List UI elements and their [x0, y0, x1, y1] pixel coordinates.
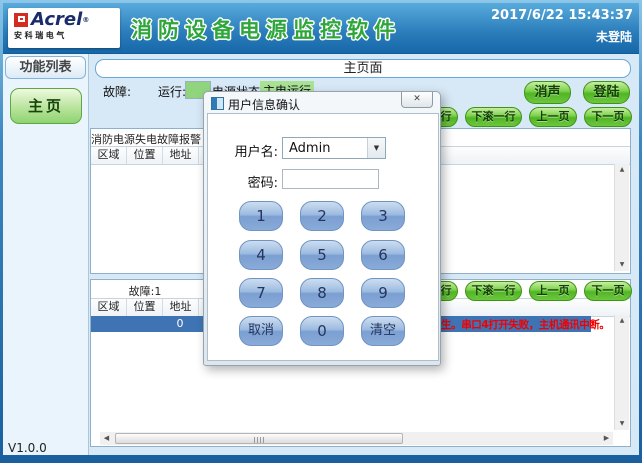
key-3[interactable]: 3 — [361, 201, 405, 231]
cancel-button[interactable]: 取消 — [239, 316, 283, 346]
version-label: V1.0.0 — [8, 441, 47, 455]
prev-page-button-bottom[interactable]: 上一页 — [529, 281, 577, 301]
next-page-button-bottom[interactable]: 下一页 — [584, 281, 632, 301]
horizontal-scroll-thumb[interactable] — [115, 433, 403, 444]
scroll-left-arrow-icon[interactable]: ◀ — [100, 432, 113, 445]
app-title: 消防设备电源监控软件 — [131, 14, 401, 44]
fault-label: 故障: — [103, 83, 131, 100]
table1-col-address: 地址 — [163, 147, 199, 164]
key-4[interactable]: 4 — [239, 240, 283, 270]
dialog-window-icon — [211, 97, 224, 110]
password-label: 密码: — [216, 172, 278, 191]
function-list-tab[interactable]: 功能列表 — [5, 56, 86, 79]
table1-col-area: 区域 — [91, 147, 127, 164]
table2-horizontal-scrollbar[interactable]: ◀ ▶ — [100, 432, 613, 445]
thumb-grip-icon — [254, 437, 264, 443]
page-title: 主页面 — [95, 59, 631, 78]
clear-button[interactable]: 清空 — [361, 316, 405, 346]
acrel-logo: Acrel® 安科瑞电气 — [8, 8, 120, 48]
dialog-titlebar[interactable]: 用户信息确认 ✕ — [204, 92, 440, 113]
key-0[interactable]: 0 — [300, 316, 344, 346]
registered-mark: ® — [82, 16, 89, 24]
home-button[interactable]: 主页 — [10, 88, 82, 124]
acrel-logo-icon — [14, 13, 28, 27]
scroll-up-arrow-icon[interactable]: ▲ — [615, 164, 629, 176]
key-5[interactable]: 5 — [300, 240, 344, 270]
password-input[interactable] — [282, 169, 379, 189]
key-7[interactable]: 7 — [239, 278, 283, 308]
key-1[interactable]: 1 — [239, 201, 283, 231]
scroll-down-row-button-top[interactable]: 下滚一行 — [465, 107, 522, 127]
table2-col-area: 区域 — [91, 299, 127, 316]
dialog-body: 用户名: Admin ▼ 密码: 1 2 3 4 5 6 7 8 9 取消 0 … — [207, 113, 439, 361]
table1-vertical-scrollbar[interactable]: ▲ ▼ — [614, 164, 629, 271]
table1-col-position: 位置 — [127, 147, 163, 164]
app-window: Acrel® 安科瑞电气 消防设备电源监控软件 2017/6/22 15:43:… — [0, 0, 642, 463]
username-select[interactable]: Admin ▼ — [282, 137, 386, 159]
login-open-button[interactable]: 登陆 — [583, 81, 630, 104]
fault-count-title: 故障:1 — [91, 283, 199, 299]
logo-brand: Acrel® — [31, 11, 89, 29]
scroll-down-row-button-bottom[interactable]: 下滚一行 — [465, 281, 522, 301]
username-label: 用户名: — [216, 141, 278, 160]
scroll-up-arrow-icon[interactable]: ▲ — [615, 315, 629, 327]
chevron-down-icon[interactable]: ▼ — [367, 138, 385, 158]
scroll-right-arrow-icon[interactable]: ▶ — [600, 432, 613, 445]
logo-subtext: 安科瑞电气 — [14, 30, 120, 41]
run-label: 运行: — [158, 83, 186, 100]
scroll-down-arrow-icon[interactable]: ▼ — [615, 418, 629, 430]
fault-address-cell: 0 — [162, 317, 198, 330]
scroll-down-arrow-icon[interactable]: ▼ — [615, 259, 629, 271]
table2-col-position: 位置 — [127, 299, 163, 316]
dialog-title: 用户信息确认 — [228, 96, 300, 113]
app-frame: Acrel® 安科瑞电气 消防设备电源监控软件 2017/6/22 15:43:… — [3, 3, 639, 455]
sidebar: 功能列表 主页 V1.0.0 — [3, 54, 89, 455]
prev-page-button-top[interactable]: 上一页 — [529, 107, 577, 127]
table2-col-address: 地址 — [163, 299, 199, 316]
key-9[interactable]: 9 — [361, 278, 405, 308]
table2-vertical-scrollbar[interactable]: ▲ ▼ — [614, 315, 629, 430]
mute-button[interactable]: 消声 — [524, 81, 571, 104]
login-status-label: 未登陆 — [596, 28, 632, 45]
key-6[interactable]: 6 — [361, 240, 405, 270]
key-2[interactable]: 2 — [300, 201, 344, 231]
fault-message: 生。串口4打开失败，主机通讯中断。 — [441, 317, 610, 332]
next-page-button-top[interactable]: 下一页 — [584, 107, 632, 127]
key-8[interactable]: 8 — [300, 278, 344, 308]
close-icon[interactable]: ✕ — [401, 92, 433, 108]
datetime-label: 2017/6/22 15:43:37 — [491, 8, 633, 23]
login-dialog: 用户信息确认 ✕ 用户名: Admin ▼ 密码: 1 2 3 4 5 6 7 … — [203, 91, 441, 366]
app-header: Acrel® 安科瑞电气 消防设备电源监控软件 2017/6/22 15:43:… — [3, 3, 639, 54]
username-value: Admin — [289, 141, 330, 156]
table1-title: 消防电源失电故障报警 — [91, 131, 199, 147]
